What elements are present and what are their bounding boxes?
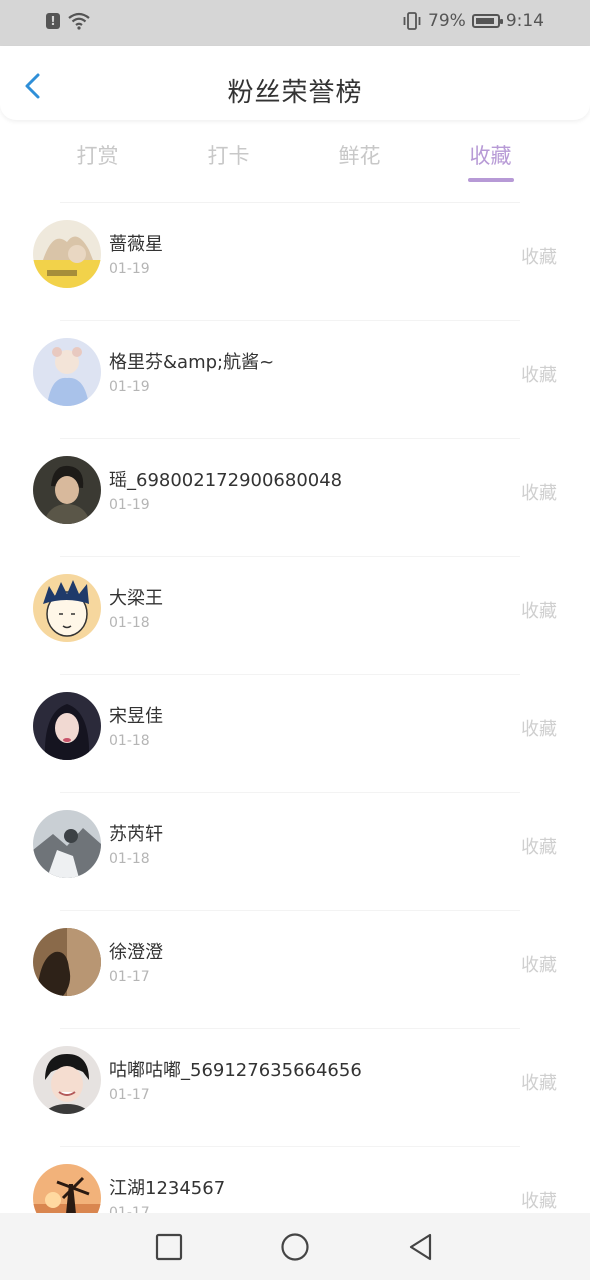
list-item[interactable]: 格里芬&amp;航酱~ 01-19 收藏	[0, 321, 590, 439]
fan-name: 徐澄澄	[109, 942, 163, 963]
avatar	[33, 338, 101, 406]
fan-date: 01-17	[109, 1087, 150, 1103]
avatar	[33, 456, 101, 524]
fan-name: 大梁王	[109, 588, 163, 609]
system-nav-bar	[0, 1213, 590, 1280]
list-item[interactable]: 江湖1234567 01-17 收藏	[0, 1147, 590, 1213]
header: 粉丝荣誉榜	[0, 46, 590, 120]
action-label: 收藏	[521, 483, 557, 504]
action-label: 收藏	[521, 1191, 557, 1212]
action-label: 收藏	[521, 365, 557, 386]
screen: ! 79% 9:14 粉丝荣誉榜 打赏 打卡 鲜花 收藏 蔷薇星 01-19 收…	[0, 0, 590, 1280]
action-label: 收藏	[521, 955, 557, 976]
fan-name: 江湖1234567	[109, 1178, 226, 1199]
status-bar: ! 79% 9:14	[0, 0, 590, 46]
list-item[interactable]: 大梁王 01-18 收藏	[0, 557, 590, 675]
tab-label: 收藏	[469, 144, 512, 168]
home-icon	[281, 1233, 309, 1261]
action-label: 收藏	[521, 247, 557, 268]
list-item[interactable]: 蔷薇星 01-19 收藏	[0, 203, 590, 321]
tab-label: 打赏	[76, 144, 119, 168]
fan-name: 格里芬&amp;航酱~	[109, 352, 275, 373]
wifi-icon	[68, 12, 90, 30]
battery-percent: 79%	[428, 11, 466, 31]
fan-date: 01-19	[109, 497, 150, 513]
avatar	[33, 928, 101, 996]
fan-date: 01-19	[109, 261, 150, 277]
back-triangle-icon	[409, 1233, 432, 1261]
fan-date: 01-19	[109, 379, 150, 395]
back-nav-button[interactable]	[405, 1231, 437, 1263]
avatar	[33, 1164, 101, 1213]
avatar	[33, 1046, 101, 1114]
list-item[interactable]: 咕嘟咕嘟_569127635664656 01-17 收藏	[0, 1029, 590, 1147]
fan-name: 蔷薇星	[109, 234, 163, 255]
fan-date: 01-18	[109, 615, 150, 631]
list-item[interactable]: 苏芮轩 01-18 收藏	[0, 793, 590, 911]
fan-date: 01-17	[109, 1205, 150, 1213]
page-title: 粉丝荣誉榜	[227, 78, 363, 108]
fan-name: 苏芮轩	[109, 824, 163, 845]
action-label: 收藏	[521, 719, 557, 740]
status-time: 9:14	[505, 11, 544, 31]
fan-name: 瑶_698002172900680048	[109, 470, 343, 491]
list-item[interactable]: 徐澄澄 01-17 收藏	[0, 911, 590, 1029]
list-item[interactable]: 瑶_698002172900680048 01-19 收藏	[0, 439, 590, 557]
avatar	[33, 220, 101, 288]
fan-date: 01-17	[109, 969, 150, 985]
tab-reward[interactable]: 打赏	[32, 138, 163, 188]
avatar	[33, 810, 101, 878]
tab-label: 鲜花	[338, 144, 381, 168]
alert-icon: !	[46, 13, 60, 29]
active-tab-indicator	[467, 178, 514, 182]
avatar	[33, 692, 101, 760]
home-button[interactable]	[279, 1231, 311, 1263]
fan-date: 01-18	[109, 851, 150, 867]
recent-apps-button[interactable]	[153, 1231, 185, 1263]
action-label: 收藏	[521, 837, 557, 858]
tab-label: 打卡	[207, 144, 250, 168]
recent-apps-icon	[155, 1233, 183, 1261]
fan-list[interactable]: 蔷薇星 01-19 收藏 格里芬&amp;航酱~ 01-19 收藏 瑶_6980…	[0, 203, 590, 1213]
fan-date: 01-18	[109, 733, 150, 749]
tab-favorites[interactable]: 收藏	[425, 138, 556, 188]
list-item[interactable]: 宋昱佳 01-18 收藏	[0, 675, 590, 793]
tab-flowers[interactable]: 鲜花	[294, 138, 425, 188]
tab-checkin[interactable]: 打卡	[163, 138, 294, 188]
action-label: 收藏	[521, 601, 557, 622]
fan-name: 宋昱佳	[109, 706, 163, 727]
vibrate-icon	[403, 12, 421, 30]
action-label: 收藏	[521, 1073, 557, 1094]
battery-icon	[471, 14, 503, 28]
fan-name: 咕嘟咕嘟_569127635664656	[109, 1060, 362, 1081]
tab-bar: 打赏 打卡 鲜花 收藏	[32, 138, 556, 188]
avatar	[33, 574, 101, 642]
